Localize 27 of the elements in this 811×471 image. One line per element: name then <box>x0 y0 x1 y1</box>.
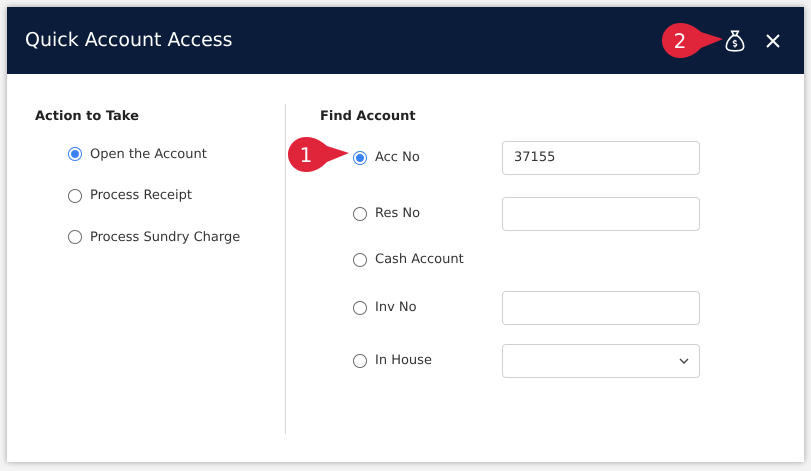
radio-button[interactable] <box>353 354 367 368</box>
window-title: Quick Account Access <box>25 28 233 54</box>
option-label: Process Sundry Charge <box>90 228 240 246</box>
option-label: Res No <box>375 204 420 223</box>
radio-button[interactable] <box>68 147 82 162</box>
radio-button[interactable] <box>353 206 367 220</box>
section-heading: Action to Take <box>35 108 140 126</box>
callout-marker: 2 <box>661 22 725 60</box>
option-label: In House <box>375 352 432 370</box>
chevron-down-icon <box>679 358 689 364</box>
close-icon[interactable] <box>764 32 782 50</box>
input-field[interactable]: 37155 <box>502 140 700 174</box>
radio-button[interactable] <box>68 230 82 244</box>
section-heading: Find Account <box>320 108 417 126</box>
radio-button[interactable] <box>353 150 367 164</box>
option-label: Acc No <box>375 148 420 167</box>
radio-button[interactable] <box>353 300 367 314</box>
input-field[interactable] <box>502 196 700 230</box>
dropdown-field[interactable] <box>502 344 700 378</box>
option-label: Open the Account <box>90 146 207 164</box>
radio-button[interactable] <box>353 252 367 266</box>
input-field[interactable] <box>502 290 700 324</box>
option-label: Process Receipt <box>90 187 192 205</box>
option-label: Inv No <box>375 298 417 317</box>
radio-button[interactable] <box>68 188 82 203</box>
callout-marker: 1 <box>287 136 351 174</box>
option-label: Cash Account <box>375 250 464 269</box>
